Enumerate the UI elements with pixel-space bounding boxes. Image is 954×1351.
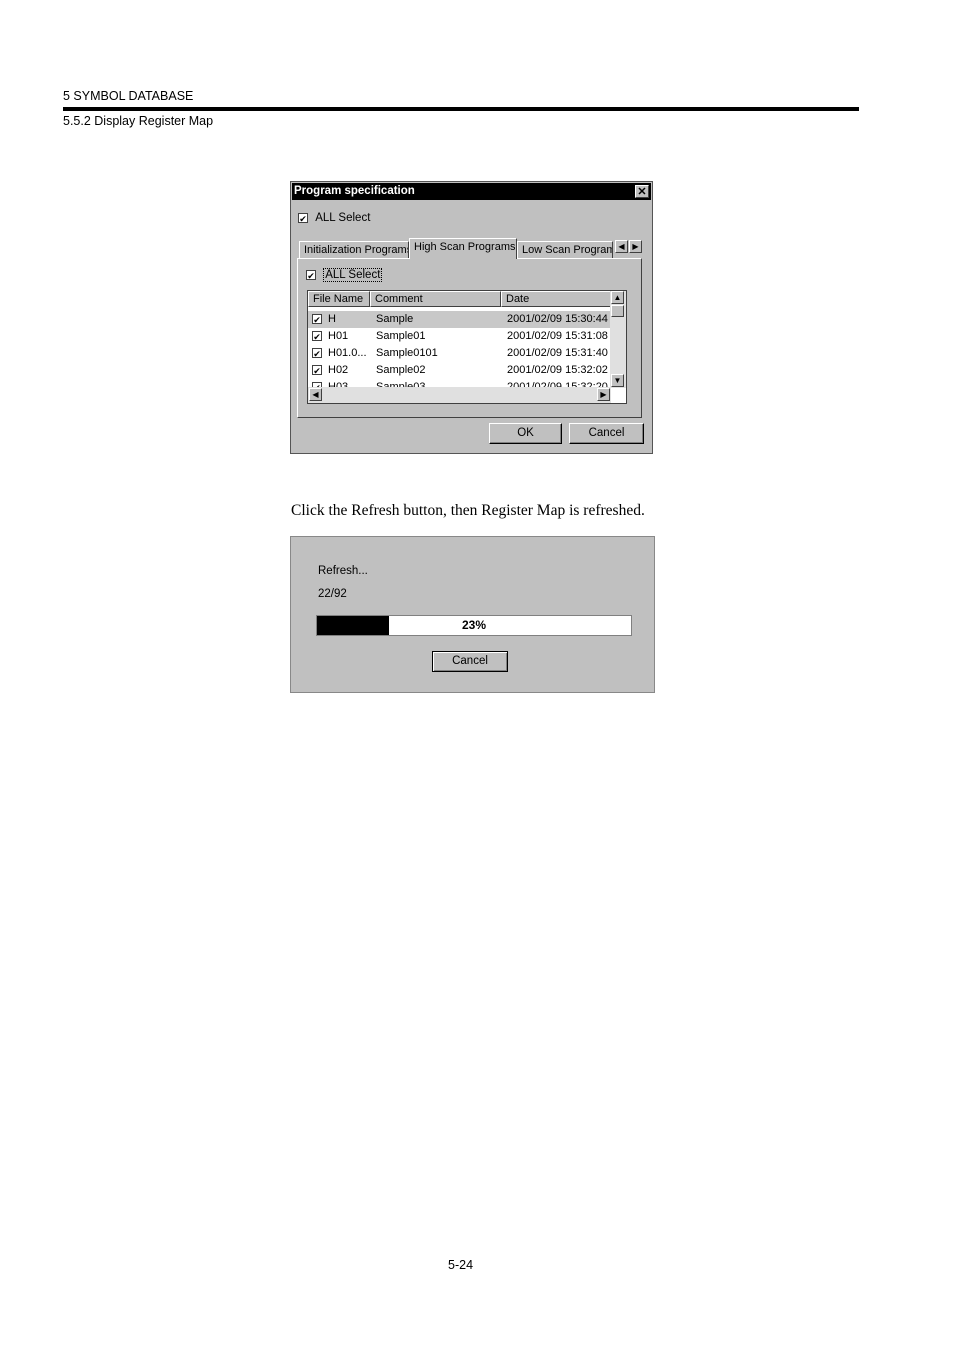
- all-select-tab[interactable]: ✔ ALL Select: [306, 268, 383, 282]
- all-select-tab-label: ALL Select: [323, 268, 383, 282]
- list-item[interactable]: ✔ H02 Sample02 2001/02/09 15:32:02: [308, 362, 611, 379]
- all-select-top-label: ALL Select: [315, 212, 371, 224]
- comment: Sample02: [376, 364, 426, 376]
- file-name: H: [328, 313, 336, 325]
- file-name: H01: [328, 330, 349, 342]
- tab-high-scan-programs[interactable]: High Scan Programs: [409, 238, 517, 259]
- column-comment[interactable]: Comment: [370, 291, 501, 307]
- program-list: File Name Comment Date ✔ H Sample 2001/0…: [307, 290, 627, 404]
- row-checkbox[interactable]: ✔: [312, 331, 322, 342]
- scroll-down-icon[interactable]: ▼: [611, 374, 624, 387]
- cancel-button[interactable]: Cancel: [569, 423, 644, 444]
- vertical-scrollbar[interactable]: ▲ ▼: [610, 291, 626, 388]
- program-specification-dialog: Program specification ✕ ✔ ALL Select Ini…: [290, 181, 653, 454]
- refresh-cancel-button[interactable]: Cancel: [432, 651, 508, 672]
- dialog-title: Program specification: [294, 185, 415, 197]
- scroll-up-icon[interactable]: ▲: [611, 291, 624, 304]
- tab-initialization-programs[interactable]: Initialization Programs: [299, 241, 409, 258]
- ok-button[interactable]: OK: [489, 423, 562, 444]
- program-tabs: Initialization Programs High Scan Progra…: [299, 238, 644, 259]
- dialog-title-bar: Program specification ✕: [292, 183, 651, 200]
- scroll-left-icon[interactable]: ◀: [309, 388, 322, 401]
- header-rule: [63, 107, 859, 111]
- tab-low-scan-programs[interactable]: Low Scan Program: [517, 241, 613, 258]
- row-checkbox[interactable]: ✔: [312, 314, 322, 325]
- file-name: H01.0...: [328, 347, 367, 359]
- progress-bar: 23%: [316, 615, 632, 636]
- list-item[interactable]: ✔ H01 Sample01 2001/02/09 15:31:08: [308, 328, 611, 345]
- caption-text: Click the Refresh button, then Register …: [291, 502, 645, 519]
- comment: Sample01: [376, 330, 426, 342]
- row-checkbox[interactable]: ✔: [312, 365, 322, 376]
- refresh-status: Refresh...: [318, 565, 368, 577]
- list-item[interactable]: ✔ H Sample 2001/02/09 15:30:44: [308, 311, 611, 328]
- chapter-heading: 5 SYMBOL DATABASE: [63, 89, 194, 103]
- horizontal-scrollbar[interactable]: ◀ ▶: [308, 387, 611, 403]
- file-name: H02: [328, 364, 349, 376]
- date: 2001/02/09 15:31:40: [507, 347, 608, 359]
- all-select-top[interactable]: ✔ ALL Select: [298, 212, 370, 224]
- refresh-progress-dialog: Refresh... 22/92 23% Cancel: [290, 536, 655, 693]
- comment: Sample: [376, 313, 414, 325]
- comment: Sample0101: [376, 347, 438, 359]
- checkbox-all-select-tab[interactable]: ✔: [306, 269, 316, 281]
- list-item[interactable]: ✔ H01.0... Sample0101 2001/02/09 15:31:4…: [308, 345, 611, 362]
- column-date[interactable]: Date: [501, 291, 611, 307]
- refresh-count: 22/92: [318, 588, 347, 600]
- tab-scroll-right-icon[interactable]: ▶: [629, 240, 642, 253]
- close-icon[interactable]: ✕: [635, 185, 649, 198]
- section-heading: 5.5.2 Display Register Map: [63, 114, 214, 128]
- scroll-right-icon[interactable]: ▶: [597, 388, 610, 401]
- page-number: 5-24: [448, 1258, 474, 1272]
- progress-percent: 23%: [461, 618, 487, 632]
- date: 2001/02/09 15:30:44: [507, 313, 608, 325]
- tab-scroll-left-icon[interactable]: ◀: [615, 240, 628, 253]
- date: 2001/02/09 15:31:08: [507, 330, 608, 342]
- row-checkbox[interactable]: ✔: [312, 348, 322, 359]
- column-file-name[interactable]: File Name: [308, 291, 370, 307]
- date: 2001/02/09 15:32:02: [507, 364, 608, 376]
- scroll-thumb[interactable]: [611, 305, 624, 317]
- checkbox-all-select-top[interactable]: ✔: [298, 212, 308, 224]
